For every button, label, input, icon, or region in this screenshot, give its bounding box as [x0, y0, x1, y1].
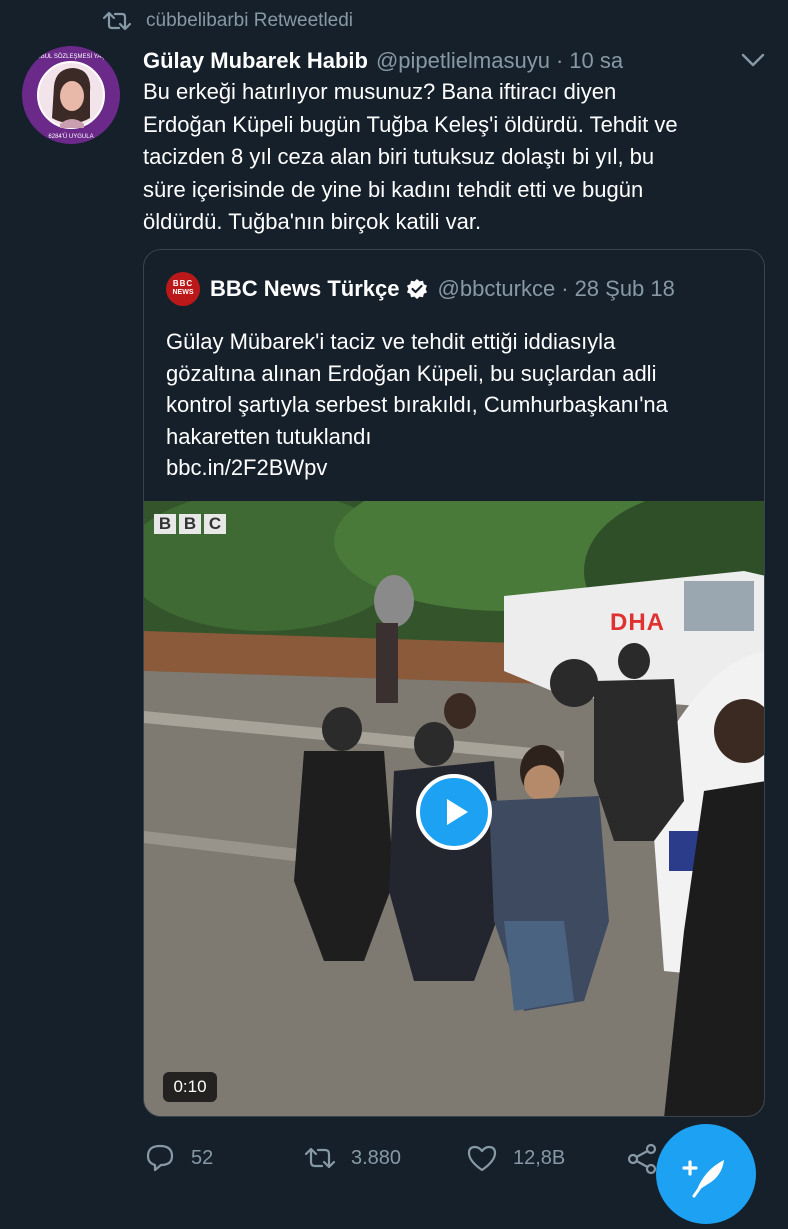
bbc-news-logo[interactable]: BBC NEWS	[166, 272, 200, 306]
quoted-text-line: Gülay Mübarek'i taciz ve tehdit ettiği i…	[166, 329, 616, 354]
retweet-context-label: cübbelibarbi Retweetledi	[146, 10, 354, 31]
play-icon	[447, 799, 468, 825]
quoted-tweet-text: Gülay Mübarek'i taciz ve tehdit ettiği i…	[166, 326, 746, 484]
quoted-author-handle[interactable]: @bbcturkce	[438, 276, 556, 302]
svg-text:6284'Ü UYGULA: 6284'Ü UYGULA	[48, 133, 93, 140]
author-name[interactable]: Gülay Mubarek Habib	[143, 48, 368, 74]
quoted-tweet[interactable]: BBC NEWS BBC News Türkçe @bbcturkce · 28…	[143, 249, 765, 1117]
bbc-watermark: B B C	[154, 514, 226, 534]
tweet-text: Bu erkeği hatırlıyor musunuz? Bana iftir…	[143, 76, 743, 239]
share-icon	[627, 1143, 657, 1175]
tweet-actions: 52 3.880 12,8B	[143, 1136, 659, 1180]
retweet-count: 3.880	[351, 1146, 402, 1169]
retweet-button[interactable]: 3.880	[303, 1141, 465, 1175]
reply-count: 52	[191, 1146, 214, 1169]
svg-text:İSTANBUL SÖZLEŞMESİ YAŞATIR: İSTANBUL SÖZLEŞMESİ YAŞATIR	[23, 53, 119, 60]
tweet-text-line: Erdoğan Küpeli bugün Tuğba Keleş'i öldür…	[143, 111, 678, 137]
dha-watermark: DHA	[610, 609, 665, 636]
video-player[interactable]: B B C DHA 0:10	[144, 501, 764, 1116]
chevron-down-icon[interactable]	[740, 50, 766, 70]
heart-icon	[467, 1145, 497, 1172]
retweet-icon	[102, 11, 132, 31]
author-handle[interactable]: @pipetlielmasuyu	[376, 48, 550, 74]
tweet-time[interactable]: 10 sa	[569, 48, 623, 74]
verified-badge-icon	[406, 279, 427, 299]
like-count: 12,8B	[513, 1146, 566, 1169]
quoted-text-line: hakaretten tutuklandı	[166, 423, 372, 449]
retweet-context[interactable]: cübbelibarbi Retweetledi	[100, 6, 353, 36]
quoted-tweet-header: BBC NEWS BBC News Türkçe @bbcturkce · 28…	[166, 272, 675, 306]
tweet-text-line: öldürdü. Tuğba'nın birçok katili var.	[143, 209, 482, 234]
compose-tweet-icon	[682, 1160, 724, 1198]
tweet-text-line: tacizden 8 yıl ceza alan biri tutuksuz d…	[143, 144, 655, 169]
tweet-text-line: süre içerisinde de yine bi kadını tehdit…	[143, 176, 644, 202]
separator-dot: ·	[555, 48, 564, 73]
compose-tweet-button[interactable]	[656, 1124, 756, 1224]
quoted-link[interactable]: bbc.in/2F2BWpv	[166, 452, 746, 484]
avatar-image: İSTANBUL SÖZLEŞMESİ YAŞATIR 6284'Ü UYGUL…	[22, 46, 120, 144]
video-duration: 0:10	[163, 1072, 217, 1102]
reply-button[interactable]: 52	[143, 1141, 303, 1175]
quoted-text-line: kontrol şartıyla serbest bırakıldı, Cumh…	[166, 392, 668, 417]
retweet-icon	[304, 1147, 336, 1169]
share-button[interactable]	[625, 1141, 659, 1175]
quoted-author-name[interactable]: BBC News Türkçe	[210, 276, 400, 302]
reply-icon	[146, 1144, 174, 1172]
separator-dot: ·	[561, 276, 569, 301]
tweet-text-line: Bu erkeği hatırlıyor musunuz? Bana iftir…	[143, 79, 617, 104]
tweet-header: Gülay Mubarek Habib @pipetlielmasuyu · 1…	[143, 44, 768, 78]
quoted-tweet-date[interactable]: 28 Şub 18	[575, 276, 675, 302]
avatar[interactable]: İSTANBUL SÖZLEŞMESİ YAŞATIR 6284'Ü UYGUL…	[22, 46, 120, 144]
quoted-text-line: gözaltına alınan Erdoğan Küpeli, bu suçl…	[166, 360, 657, 386]
like-button[interactable]: 12,8B	[465, 1141, 625, 1175]
play-button[interactable]	[416, 774, 492, 850]
